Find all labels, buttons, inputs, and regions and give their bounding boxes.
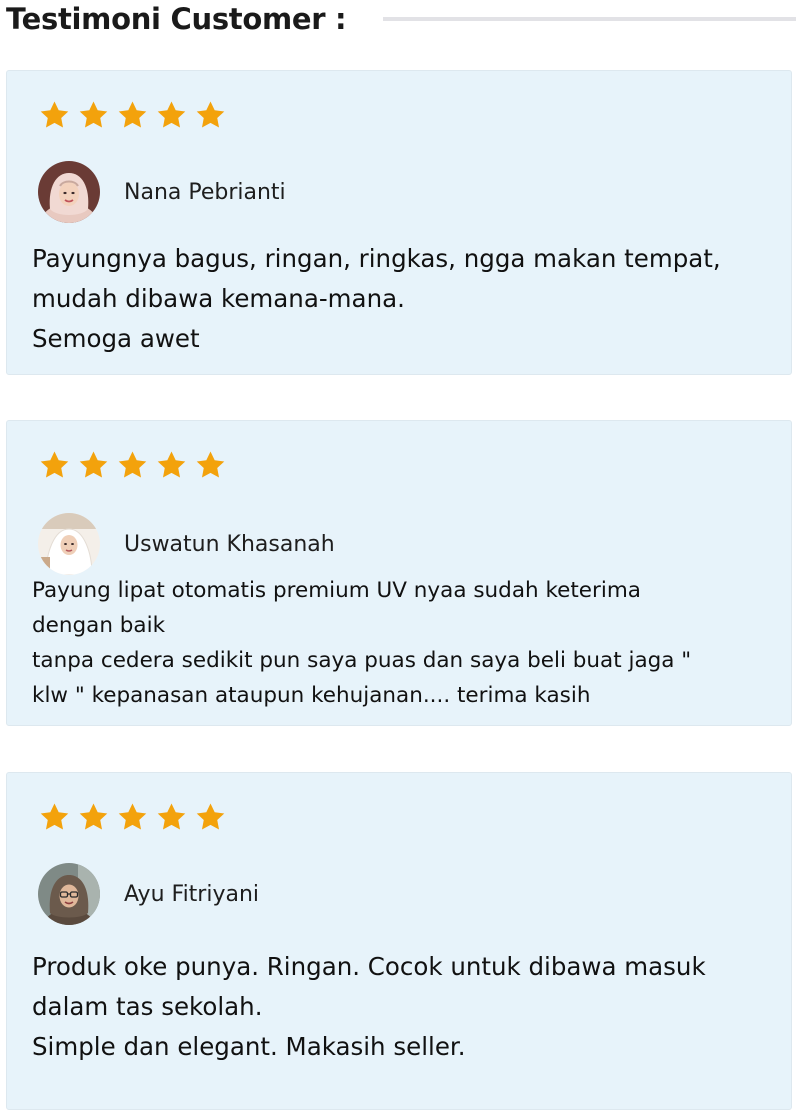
star-icon [77,449,110,482]
star-icon [194,449,227,482]
testimonial-card: Ayu Fitriyani Produk oke punya. Ringan. … [6,772,792,1110]
star-icon [38,801,71,834]
star-icon [77,99,110,132]
section-header: Testimoni Customer : [6,0,796,44]
star-rating [38,801,227,834]
star-icon [116,801,149,834]
reviewer: Nana Pebrianti [38,161,286,223]
star-icon [155,449,188,482]
star-icon [38,449,71,482]
star-icon [116,449,149,482]
star-icon [155,801,188,834]
reviewer: Ayu Fitriyani [38,863,259,925]
review-text: Produk oke punya. Ringan. Cocok untuk di… [32,952,706,1061]
reviewer-name: Nana Pebrianti [124,179,286,205]
reviewer-name: Ayu Fitriyani [124,881,260,907]
star-icon [116,99,149,132]
star-rating [38,99,227,132]
review-text: Payungnya bagus, ringan, ringkas, ngga m… [32,244,721,353]
star-icon [38,99,71,132]
reviewer: Uswatun Khasanah [38,513,335,575]
review-text: Payung lipat otomatis premium UV nyaa su… [32,578,692,708]
star-icon [194,99,227,132]
star-icon [155,99,188,132]
star-rating [38,449,227,482]
woman-white-hijab-avatar-icon [38,513,100,575]
header-divider [383,17,796,21]
star-icon [194,801,227,834]
reviewer-name: Uswatun Khasanah [124,531,335,557]
star-icon [77,801,110,834]
woman-glasses-avatar-icon [38,863,100,925]
woman-hijab-avatar-icon [38,161,100,223]
section-title: Testimoni Customer : [6,2,347,36]
testimonial-card: Nana Pebrianti Payungnya bagus, ringan, … [6,70,792,375]
testimonial-card: Uswatun Khasanah Payung lipat otomatis p… [6,420,792,726]
